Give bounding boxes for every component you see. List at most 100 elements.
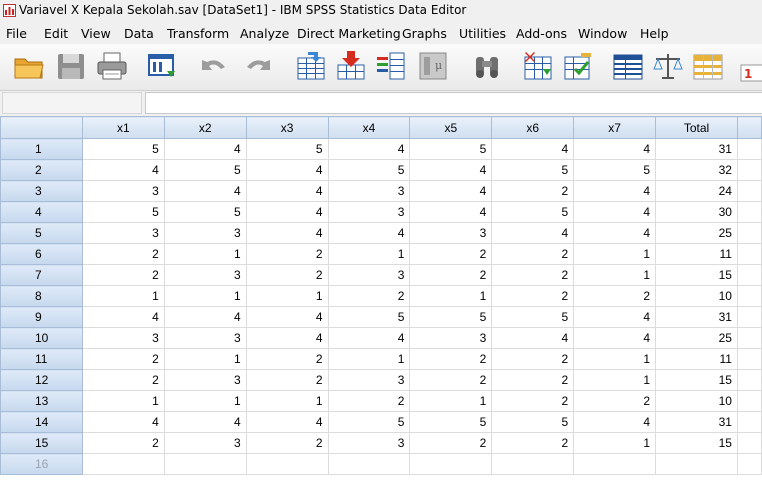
insert-variable-icon[interactable]	[561, 49, 595, 83]
data-cell[interactable]: 5	[491, 201, 575, 223]
data-cell[interactable]: 5	[491, 159, 575, 181]
row-header[interactable]: 8	[0, 285, 83, 307]
data-cell[interactable]: 3	[327, 201, 411, 223]
data-cell[interactable]: 4	[573, 180, 657, 202]
data-cell[interactable]: 1	[573, 369, 657, 391]
data-cell[interactable]: 31	[655, 138, 738, 160]
column-header[interactable]: x6	[491, 116, 575, 139]
data-cell[interactable]: 25	[655, 327, 738, 349]
empty-cell[interactable]	[736, 432, 762, 454]
column-header[interactable]: x5	[409, 116, 493, 139]
select-cases-icon[interactable]	[691, 49, 725, 83]
data-cell[interactable]: 3	[409, 327, 493, 349]
data-cell[interactable]: 15	[655, 369, 738, 391]
empty-cell[interactable]	[736, 138, 762, 160]
data-cell[interactable]: 4	[163, 138, 247, 160]
data-cell[interactable]: 1	[409, 285, 493, 307]
data-cell[interactable]: 5	[81, 138, 165, 160]
row-header[interactable]: 4	[0, 201, 83, 223]
row-header[interactable]: 5	[0, 222, 83, 244]
data-cell[interactable]: 4	[327, 138, 411, 160]
data-cell[interactable]: 5	[327, 306, 411, 328]
column-header[interactable]: Total	[655, 116, 738, 139]
insert-cases-icon[interactable]	[521, 49, 555, 83]
data-cell[interactable]: 5	[163, 159, 247, 181]
data-cell[interactable]: 4	[327, 222, 411, 244]
data-cell[interactable]: 11	[655, 348, 738, 370]
empty-cell[interactable]	[736, 453, 762, 475]
go-to-variable-icon[interactable]	[334, 49, 368, 83]
data-cell[interactable]: 4	[491, 327, 575, 349]
empty-cell[interactable]	[736, 327, 762, 349]
row-header[interactable]: 12	[0, 369, 83, 391]
data-cell[interactable]: 32	[655, 159, 738, 181]
data-cell[interactable]: 3	[81, 327, 165, 349]
data-cell[interactable]: 3	[409, 222, 493, 244]
data-cell[interactable]: 2	[245, 243, 329, 265]
column-header[interactable]: x3	[245, 116, 329, 139]
data-cell[interactable]: 2	[245, 264, 329, 286]
row-header[interactable]: 16	[0, 453, 83, 475]
data-cell[interactable]: 5	[491, 411, 575, 433]
data-cell[interactable]: 3	[81, 222, 165, 244]
menu-file[interactable]: File	[6, 26, 27, 41]
column-header[interactable]: x1	[81, 116, 165, 139]
data-cell[interactable]: 4	[573, 222, 657, 244]
data-cell[interactable]: 1	[245, 285, 329, 307]
empty-cell[interactable]	[736, 411, 762, 433]
empty-cell[interactable]	[736, 222, 762, 244]
row-header[interactable]: 1	[0, 138, 83, 160]
cell-value-input[interactable]	[145, 92, 762, 114]
data-cell[interactable]: 25	[655, 222, 738, 244]
data-cell[interactable]: 2	[409, 432, 493, 454]
grid-corner[interactable]	[0, 116, 83, 139]
data-cell[interactable]: 4	[491, 138, 575, 160]
data-cell[interactable]: 4	[245, 327, 329, 349]
data-cell[interactable]: 4	[573, 411, 657, 433]
data-cell[interactable]: 10	[655, 390, 738, 412]
data-cell[interactable]: 24	[655, 180, 738, 202]
data-cell[interactable]: 3	[81, 180, 165, 202]
data-cell[interactable]: 5	[163, 201, 247, 223]
data-cell[interactable]: 1	[327, 243, 411, 265]
row-header[interactable]: 10	[0, 327, 83, 349]
data-cell[interactable]: 1	[163, 348, 247, 370]
data-cell[interactable]: 2	[491, 369, 575, 391]
data-cell[interactable]: 2	[245, 369, 329, 391]
data-cell[interactable]: 5	[409, 411, 493, 433]
find-icon[interactable]	[470, 49, 504, 83]
empty-cell[interactable]	[736, 390, 762, 412]
data-cell[interactable]: 2	[491, 390, 575, 412]
data-cell[interactable]: 1	[81, 390, 165, 412]
empty-cell[interactable]	[736, 369, 762, 391]
data-cell[interactable]: 1	[81, 285, 165, 307]
data-cell[interactable]: 2	[81, 264, 165, 286]
variables-icon[interactable]	[374, 49, 408, 83]
menu-view[interactable]: View	[81, 26, 111, 41]
data-cell[interactable]: 2	[491, 348, 575, 370]
row-header[interactable]: 15	[0, 432, 83, 454]
data-cell[interactable]: 4	[81, 411, 165, 433]
data-cell[interactable]: 3	[163, 222, 247, 244]
data-cell[interactable]: 4	[81, 159, 165, 181]
cell-reference-box[interactable]	[2, 92, 142, 114]
row-header[interactable]: 9	[0, 306, 83, 328]
data-cell[interactable]: 4	[409, 201, 493, 223]
data-cell[interactable]: 5	[327, 411, 411, 433]
menu-utilities[interactable]: Utilities	[459, 26, 506, 41]
open-folder-icon[interactable]	[12, 49, 46, 83]
data-cell[interactable]: 5	[491, 306, 575, 328]
empty-cell[interactable]	[736, 306, 762, 328]
menu-window[interactable]: Window	[578, 26, 627, 41]
menu-help[interactable]: Help	[640, 26, 669, 41]
data-cell[interactable]: 2	[409, 369, 493, 391]
data-cell[interactable]: 4	[245, 159, 329, 181]
data-cell[interactable]: 4	[245, 411, 329, 433]
data-cell[interactable]: 4	[573, 306, 657, 328]
data-cell[interactable]: 4	[573, 327, 657, 349]
row-header[interactable]: 14	[0, 411, 83, 433]
data-cell[interactable]: 2	[81, 243, 165, 265]
data-cell[interactable]: 5	[409, 138, 493, 160]
data-cell[interactable]: 4	[409, 180, 493, 202]
data-cell[interactable]: 1	[573, 243, 657, 265]
